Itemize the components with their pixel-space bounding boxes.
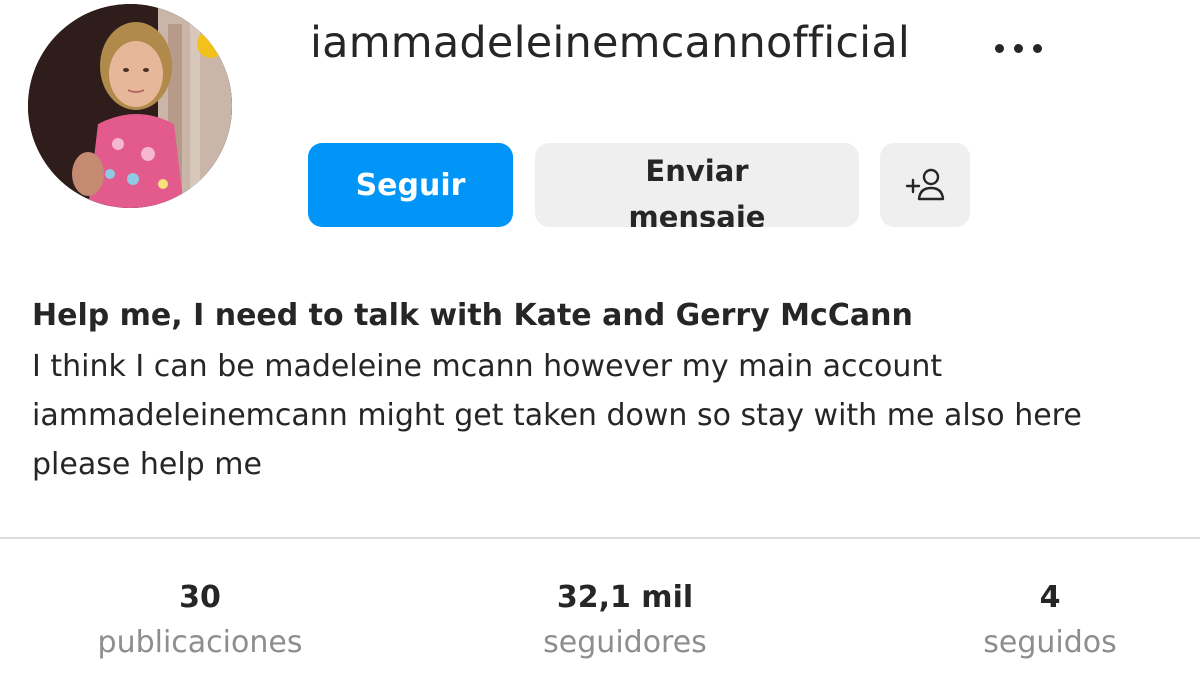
stats-divider (0, 537, 1200, 539)
posts-label: publicaciones (97, 625, 303, 660)
stat-following[interactable]: 4 seguidos (920, 578, 1180, 668)
follow-button[interactable]: Seguir (308, 143, 513, 227)
posts-count: 30 (179, 580, 221, 615)
suggest-accounts-button[interactable] (880, 143, 970, 227)
following-label: seguidos (983, 625, 1117, 660)
dot-icon (995, 43, 1004, 53)
bio-name: Help me, I need to talk with Kate and Ge… (32, 298, 913, 333)
dot-icon (1014, 43, 1023, 53)
stat-posts[interactable]: 30 publicaciones (60, 578, 340, 668)
followers-count: 32,1 mil (556, 580, 694, 615)
profile-username: iammadeleinemcannofficial (310, 18, 911, 68)
bio-text: I think I can be madeleine mcann however… (32, 349, 1082, 482)
following-count: 4 (1039, 580, 1061, 615)
stat-followers[interactable]: 32,1 mil seguidores (480, 578, 770, 668)
followers-label: seguidores (543, 625, 707, 660)
more-options-icon[interactable] (995, 36, 1055, 60)
profile-avatar[interactable] (28, 4, 232, 208)
profile-photo (28, 4, 232, 208)
send-message-label: Enviar mensaje (628, 154, 766, 227)
send-message-button[interactable]: Enviar mensaje (535, 143, 859, 227)
add-person-icon (905, 168, 945, 201)
dot-icon (1033, 43, 1042, 53)
